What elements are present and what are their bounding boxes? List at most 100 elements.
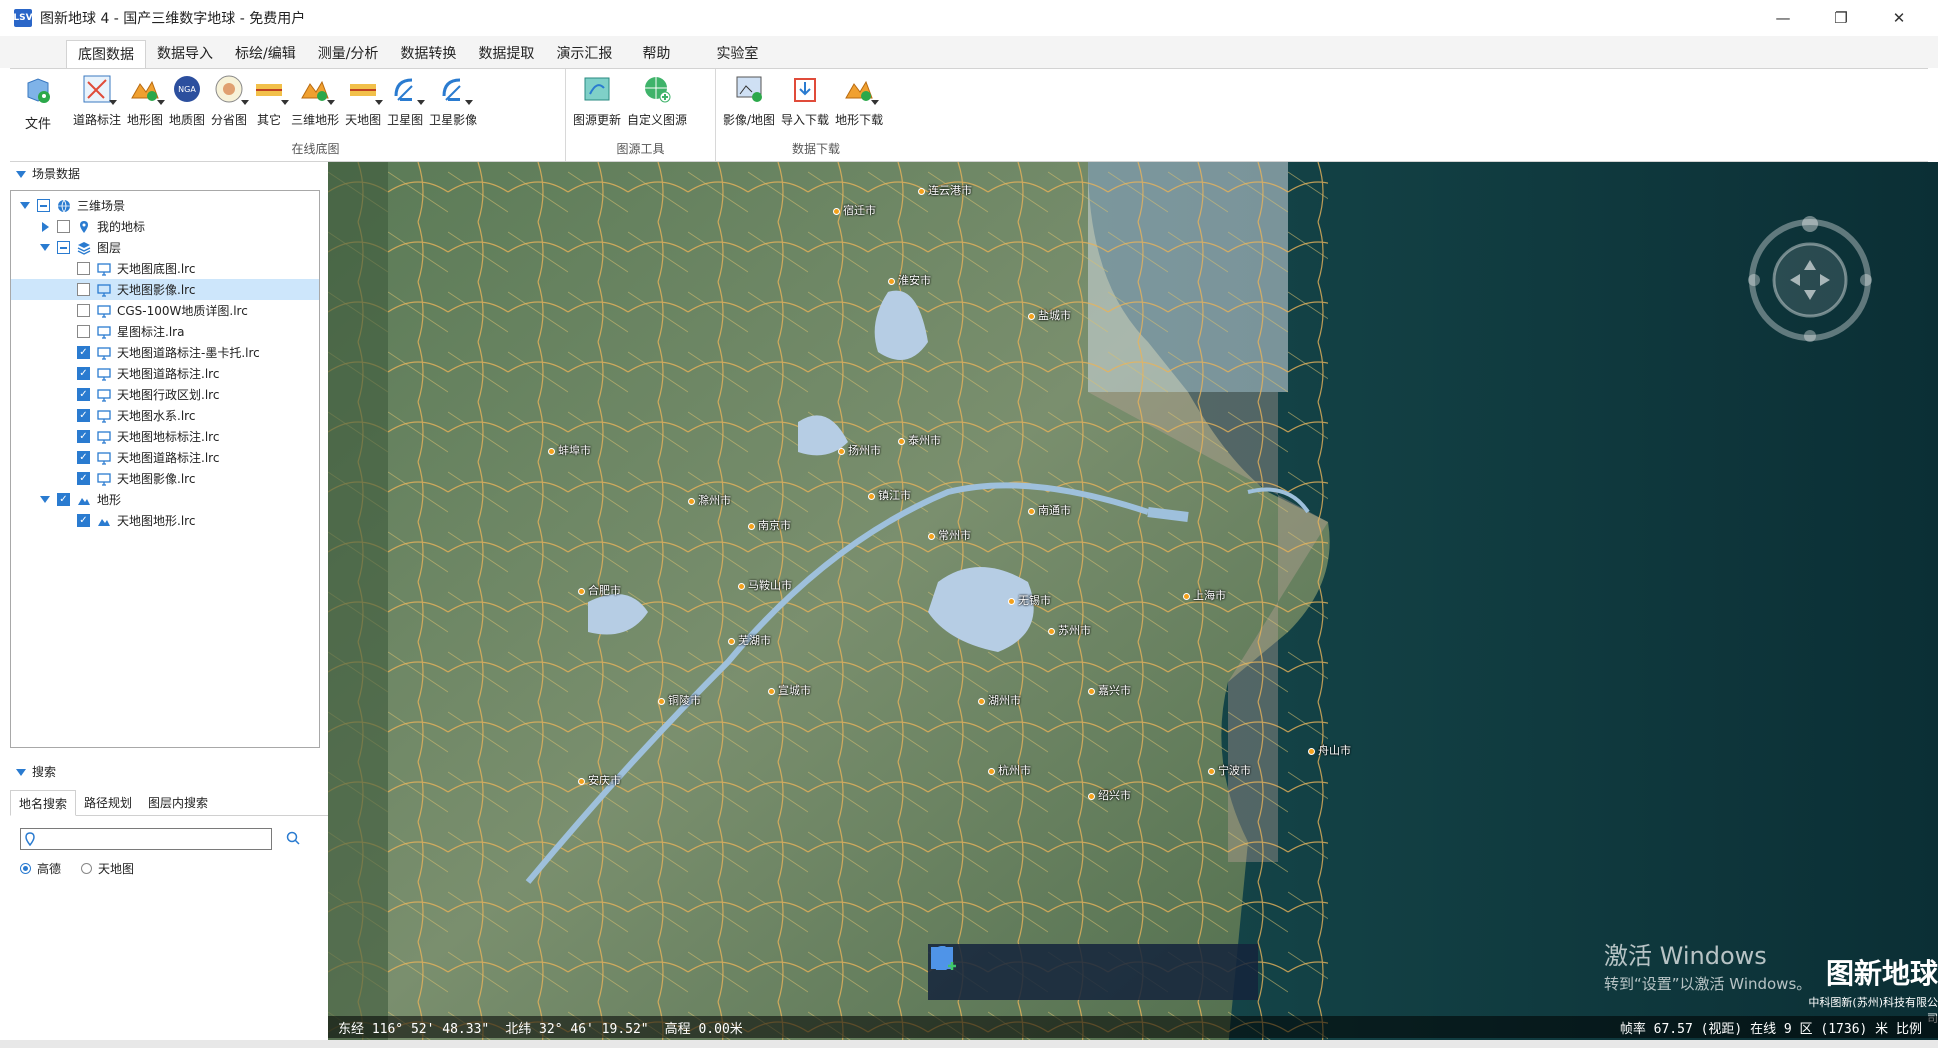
custom-source-button[interactable]: 自定义图源	[624, 69, 690, 139]
tree-item[interactable]: ✓ 天地图地标标注.lrc	[11, 426, 319, 447]
monitor-icon	[97, 388, 111, 402]
expand-down-icon[interactable]	[39, 242, 51, 254]
menu-measure[interactable]: 测量/分析	[307, 40, 390, 68]
search-icon[interactable]	[286, 831, 300, 848]
map-viewport[interactable]: 宿迁市 连云港市 淮安市 盐城市 蚌埠市 扬州市 泰州市 南通市 滁州市 镇江市 南京市 常州市 合肥市…	[328, 162, 1938, 1048]
tree-item[interactable]: CGS-100W地质详图.lrc	[11, 300, 319, 321]
satellite-map-button[interactable]: 卫星图	[384, 69, 426, 139]
menu-present[interactable]: 演示汇报	[545, 40, 623, 68]
globe-add-icon	[641, 73, 673, 105]
tree-checkbox[interactable]: ✓	[77, 346, 90, 359]
tree-checkbox[interactable]	[77, 304, 90, 317]
chart-add-icon[interactable]	[932, 950, 1237, 990]
province-map-button[interactable]: 分省图	[208, 69, 250, 139]
imagery-download-button[interactable]: 影像/地图	[720, 69, 778, 139]
monitor-icon	[97, 346, 111, 360]
tree-item[interactable]: ✓ 天地图影像.lrc	[11, 468, 319, 489]
scene-panel-header[interactable]: 场景数据	[10, 162, 328, 186]
tree-checkbox[interactable]: ✓	[77, 409, 90, 422]
tree-checkbox[interactable]: ✓	[77, 430, 90, 443]
minimize-button[interactable]: —	[1754, 0, 1812, 36]
search-input[interactable]	[20, 828, 272, 850]
tree-item-label: 天地图道路标注.lrc	[117, 451, 220, 465]
menu-plot-edit[interactable]: 标绘/编辑	[224, 40, 307, 68]
collapse-triangle-icon	[16, 768, 26, 776]
tree-checkbox[interactable]	[77, 262, 90, 275]
tree-item[interactable]: 天地图影像.lrc	[11, 279, 319, 300]
expand-down-icon[interactable]	[39, 494, 51, 506]
tab-layer-search[interactable]: 图层内搜索	[140, 790, 216, 815]
window-title: 图新地球 4 - 国产三维数字地球 - 免费用户	[40, 11, 306, 27]
source-update-button[interactable]: 图源更新	[570, 69, 624, 139]
horizontal-scrollbar[interactable]	[0, 1040, 1938, 1048]
polygon-icon[interactable]	[931, 947, 1186, 990]
tree-item[interactable]: 天地图底图.lrc	[11, 258, 319, 279]
expand-right-icon[interactable]	[39, 221, 51, 233]
tree-item[interactable]: 星图标注.lra	[11, 321, 319, 342]
map-refresh-icon	[581, 73, 613, 105]
geology-map-button[interactable]: NGA 地质图	[166, 69, 208, 139]
tree-checkbox[interactable]: ✓	[77, 472, 90, 485]
tab-route-planning[interactable]: 路径规划	[76, 790, 140, 815]
tianditu-button[interactable]: 天地图	[342, 69, 384, 139]
tree-checkbox[interactable]: ✓	[77, 367, 90, 380]
tianditu-icon	[347, 73, 384, 105]
tree-item[interactable]: ✓ 天地图道路标注.lrc	[11, 363, 319, 384]
terrain-download-button[interactable]: 地形下载	[832, 69, 886, 139]
line-icon[interactable]	[930, 946, 1136, 990]
city-label: 淮安市	[888, 272, 931, 288]
menu-basemap[interactable]: 底图数据	[66, 40, 146, 68]
road-label-button[interactable]: 道路标注	[70, 69, 124, 139]
pointer-icon[interactable]	[936, 947, 1035, 990]
close-button[interactable]: ✕	[1870, 0, 1928, 36]
tree-item[interactable]: 三维场景	[11, 195, 319, 216]
menu-extract[interactable]: 数据提取	[467, 40, 545, 68]
menu-convert[interactable]: 数据转换	[389, 40, 467, 68]
import-download-button[interactable]: 导入下载	[778, 69, 832, 139]
tree-item[interactable]: 我的地标	[11, 216, 319, 237]
restore-button[interactable]: ❐	[1812, 0, 1870, 36]
menu-import[interactable]: 数据导入	[146, 40, 224, 68]
tree-checkbox[interactable]: ✓	[57, 493, 70, 506]
tree-checkbox[interactable]	[77, 325, 90, 338]
menu-help[interactable]: 帮助	[631, 40, 681, 68]
ribbon-group-source-tools: 图源更新 自定义图源 图源工具	[566, 69, 716, 161]
status-bar: 东经 116° 52' 48.33" 北纬 32° 46' 19.52" 高程 …	[328, 1016, 1938, 1038]
tab-place-search[interactable]: 地名搜索	[10, 790, 77, 816]
satellite-imagery-button[interactable]: 卫星影像	[426, 69, 480, 139]
city-label: 蚌埠市	[548, 442, 591, 458]
tree-item[interactable]: ✓ 天地图行政区划.lrc	[11, 384, 319, 405]
tree-item[interactable]: ✓ 天地图水系.lrc	[11, 405, 319, 426]
tree-item-label: 星图标注.lra	[117, 325, 185, 339]
tree-checkbox[interactable]	[57, 241, 70, 254]
tree-item[interactable]: ✓ 天地图地形.lrc	[11, 510, 319, 531]
tree-checkbox[interactable]: ✓	[77, 451, 90, 464]
radio-tianditu[interactable]	[81, 863, 93, 874]
tree-item[interactable]: ✓ 地形	[11, 489, 319, 510]
3d-terrain-button[interactable]: 三维地形	[288, 69, 342, 139]
radio-amap[interactable]	[20, 863, 31, 874]
tree-checkbox[interactable]: ✓	[77, 388, 90, 401]
tree-checkbox[interactable]: ✓	[77, 514, 90, 527]
title-bar: LSV 图新地球 4 - 国产三维数字地球 - 免费用户 — ❐ ✕	[0, 0, 1938, 36]
tree-item[interactable]: ✓ 天地图道路标注.lrc	[11, 447, 319, 468]
tree-checkbox[interactable]	[37, 199, 50, 212]
tree-item[interactable]: 图层	[11, 237, 319, 258]
expand-down-icon[interactable]	[19, 200, 31, 212]
tree-item-label: 天地图行政区划.lrc	[117, 388, 220, 402]
latitude-readout: 北纬 32° 46' 19.52"	[505, 1021, 649, 1037]
other-map-button[interactable]: 其它	[250, 69, 290, 139]
file-button[interactable]: 文件	[10, 69, 66, 161]
pin-icon[interactable]	[934, 946, 1086, 990]
search-panel-header[interactable]: 搜索	[10, 760, 328, 784]
tree-item[interactable]: ✓ 天地图道路标注-墨卡托.lrc	[11, 342, 319, 363]
tree-checkbox[interactable]	[57, 220, 70, 233]
tree-checkbox[interactable]	[77, 283, 90, 296]
topo-map-button[interactable]: 地形图	[124, 69, 166, 139]
menu-lab[interactable]: 实验室	[705, 40, 769, 68]
navigation-compass[interactable]	[1740, 210, 1880, 350]
terrain-icon	[77, 493, 91, 507]
